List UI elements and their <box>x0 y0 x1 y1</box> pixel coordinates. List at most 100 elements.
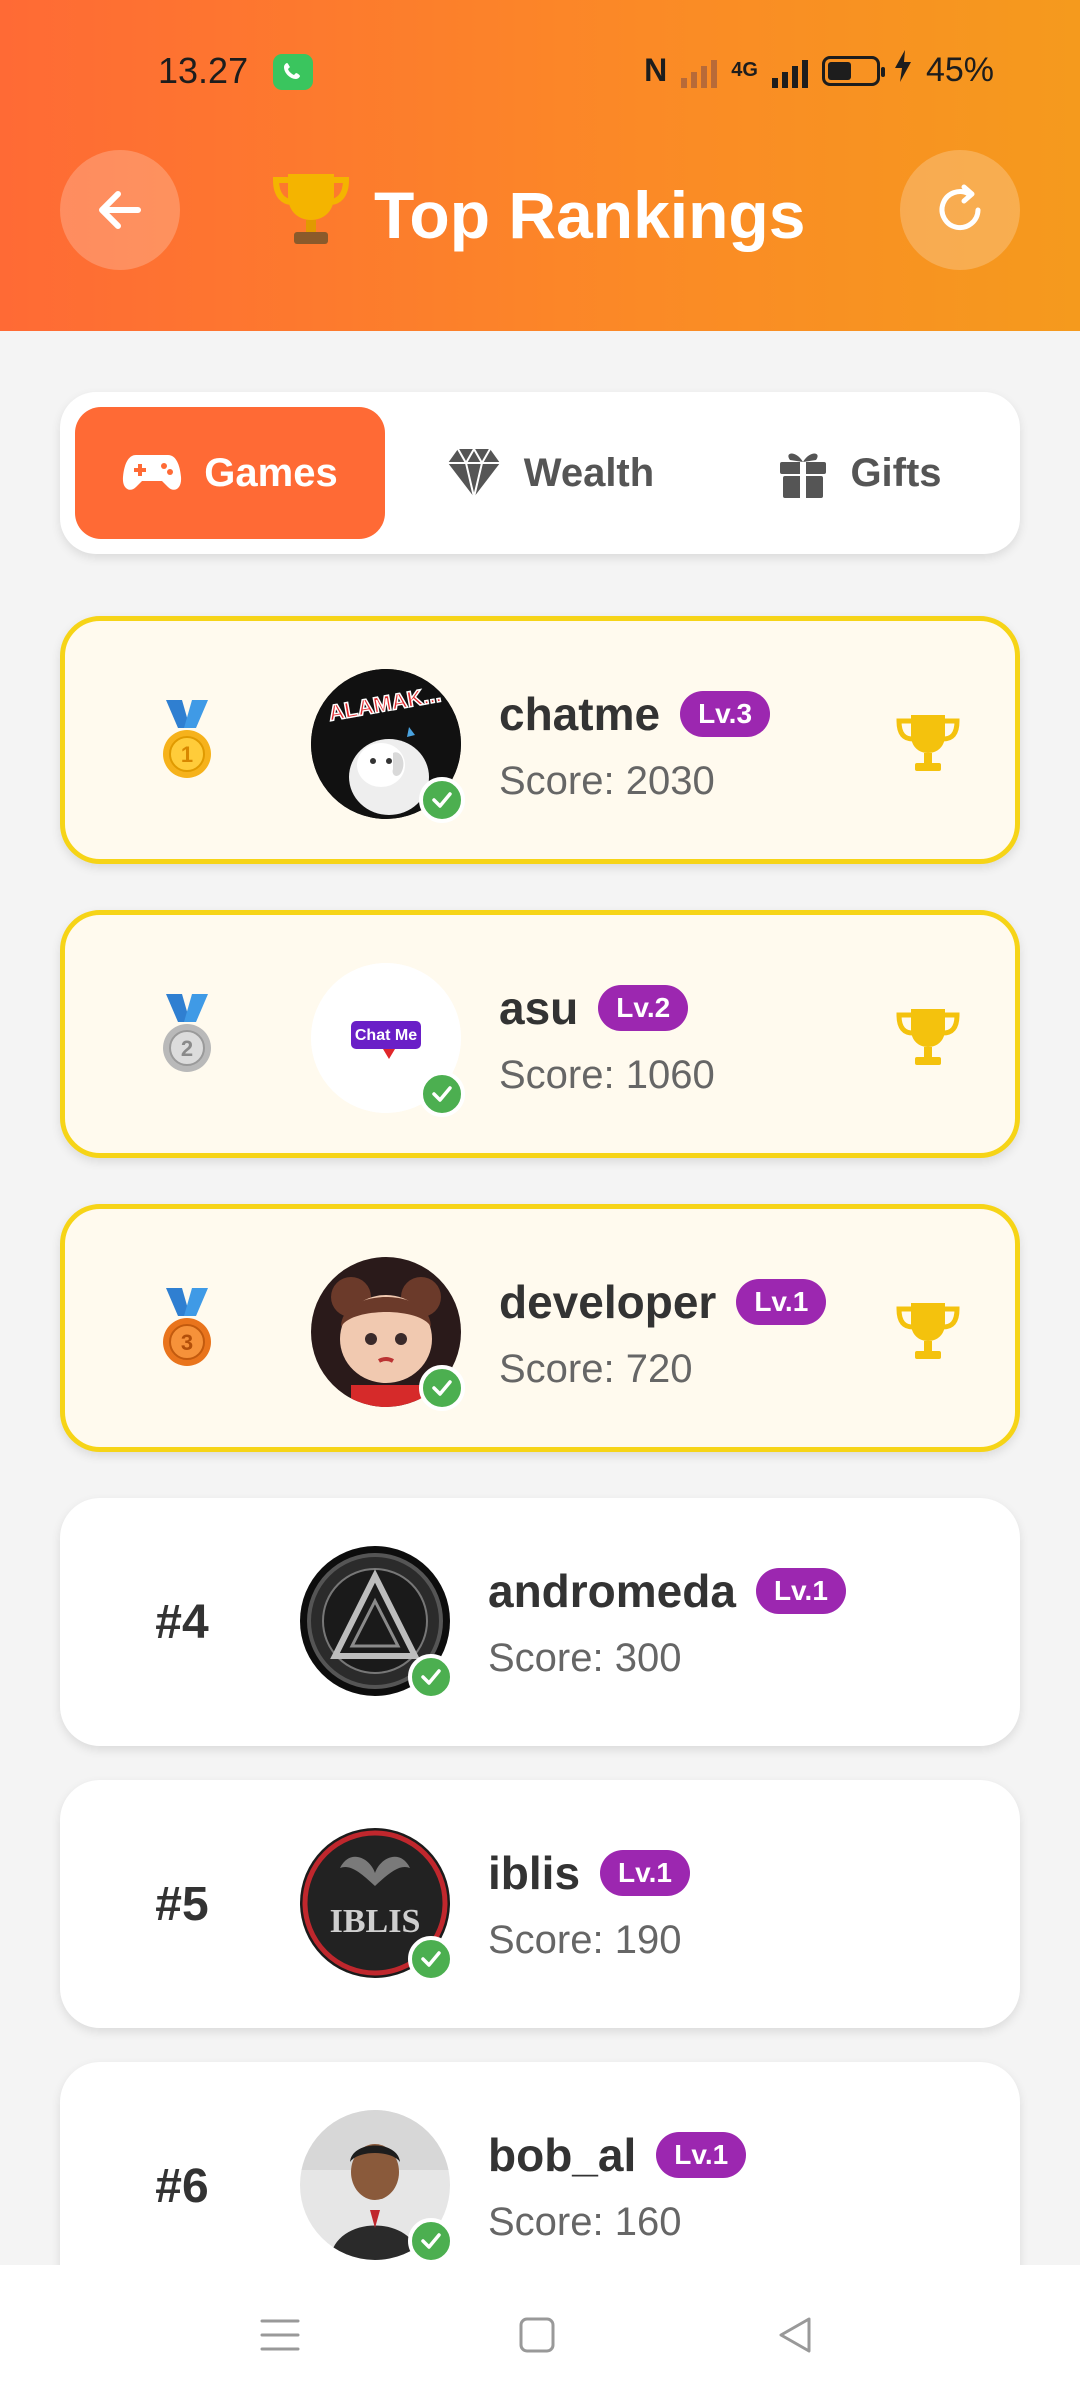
avatar-logo-text: Chat Me <box>355 1027 417 1044</box>
home-button[interactable] <box>507 2305 567 2365</box>
level-badge: Lv.1 <box>736 1279 827 1325</box>
header: 13.27 N 4G 45% Top Rankings <box>0 0 1080 331</box>
check-icon <box>421 1669 441 1685</box>
rank-medal: 1 <box>125 621 249 859</box>
score-text: Score: 2030 <box>499 759 715 803</box>
ranking-card-4[interactable]: #4 andromeda Lv.1 Score: 300 <box>60 1498 1020 1746</box>
charging-icon <box>894 50 912 91</box>
check-icon <box>432 1086 452 1102</box>
check-icon <box>432 792 452 808</box>
verified-badge <box>408 1936 454 1982</box>
user-info: chatme Lv.3 Score: 2030 <box>499 687 771 804</box>
battery-icon <box>821 55 885 86</box>
status-time: 13.27 <box>158 50 249 91</box>
score-text: Score: 720 <box>499 1347 693 1391</box>
verified-badge <box>408 1654 454 1700</box>
menu-button[interactable] <box>250 2305 310 2365</box>
user-info: iblis Lv.1 Score: 190 <box>488 1846 690 1963</box>
call-icon <box>273 54 313 90</box>
avatar-logo-text: IBLIS <box>330 1903 421 1940</box>
rank-number: #5 <box>155 1877 209 1931</box>
check-icon <box>421 1951 441 1967</box>
trophy-icon <box>895 711 961 782</box>
medal-number: 3 <box>181 1330 193 1355</box>
verified-badge <box>419 1365 465 1411</box>
verified-badge <box>408 2218 454 2264</box>
page-title: Top Rankings <box>268 165 805 265</box>
back-arrow-icon <box>99 191 141 229</box>
tab-wealth[interactable]: Wealth <box>395 407 705 539</box>
score-text: Score: 300 <box>488 1636 682 1680</box>
medal-number: 2 <box>181 1036 193 1061</box>
username: andromeda <box>488 1565 736 1617</box>
rank-number: #4 <box>155 1595 209 1649</box>
avatar: Chat Me <box>311 963 465 1117</box>
user-info: developer Lv.1 Score: 720 <box>499 1275 827 1392</box>
avatar: ALAMAK... <box>311 669 465 823</box>
check-icon <box>421 2233 441 2249</box>
signal-icon <box>681 54 718 88</box>
network-type: 4G <box>731 59 758 81</box>
verified-badge <box>419 1071 465 1117</box>
avatar <box>300 1546 454 1700</box>
score-text: Score: 190 <box>488 1918 682 1962</box>
system-nav-bar <box>0 2265 1080 2400</box>
back-nav-icon <box>779 2317 811 2353</box>
username: chatme <box>499 688 661 740</box>
level-badge: Lv.3 <box>680 691 771 737</box>
silver-medal-icon: 2 <box>163 994 211 1072</box>
gold-medal-icon: 1 <box>163 700 211 778</box>
trophy-icon <box>895 1005 961 1076</box>
medal-number: 1 <box>181 742 193 767</box>
back-nav-button[interactable] <box>765 2305 825 2365</box>
battery-level: 45% <box>925 51 994 89</box>
username: iblis <box>488 1847 581 1899</box>
status-bar: 13.27 N 4G 45% <box>0 0 1080 130</box>
verified-badge <box>419 777 465 823</box>
tab-label: Games <box>204 450 338 495</box>
ranking-card-1[interactable]: 1 ALAMAK... chatme Lv.3 Score: 2030 <box>60 616 1020 864</box>
username: asu <box>499 982 579 1034</box>
username: developer <box>499 1276 717 1328</box>
back-button[interactable] <box>60 150 180 270</box>
tab-games[interactable]: Games <box>75 407 385 539</box>
ranking-card-5[interactable]: #5 IBLIS iblis Lv.1 Score: 190 <box>60 1780 1020 2028</box>
score-text: Score: 160 <box>488 2200 682 2244</box>
user-info: andromeda Lv.1 Score: 300 <box>488 1564 846 1681</box>
user-info: asu Lv.2 Score: 1060 <box>499 981 715 1098</box>
trophy-icon <box>268 168 354 263</box>
avatar: IBLIS <box>300 1828 454 1982</box>
tab-label: Gifts <box>850 450 942 495</box>
title-text: Top Rankings <box>374 178 806 252</box>
battery-fill <box>827 61 852 80</box>
diamond-icon <box>447 447 500 498</box>
level-badge: Lv.1 <box>656 2132 747 2178</box>
level-badge: Lv.1 <box>755 1568 846 1614</box>
level-badge: Lv.1 <box>600 1850 690 1896</box>
user-info: bob_al Lv.1 Score: 160 <box>488 2128 747 2245</box>
refresh-icon <box>939 184 981 231</box>
refresh-button[interactable] <box>900 150 1020 270</box>
trophy-icon <box>895 1299 961 1370</box>
gift-icon <box>780 453 827 498</box>
menu-icon <box>260 2319 300 2351</box>
rank-medal: 3 <box>125 1209 249 1447</box>
status-icons: N 4G 45% <box>644 50 994 91</box>
level-badge: Lv.2 <box>598 985 689 1031</box>
category-tabs: Games Wealth Gifts <box>60 392 1020 554</box>
nfc-icon: N <box>644 52 668 88</box>
username: bob_al <box>488 2129 637 2181</box>
gamepad-icon <box>123 455 182 490</box>
ranking-card-2[interactable]: 2 Chat Me asu Lv.2 Score: 1060 <box>60 910 1020 1158</box>
signal-icon-2 <box>771 54 808 88</box>
home-icon <box>519 2317 555 2353</box>
tab-gifts[interactable]: Gifts <box>710 407 1010 539</box>
bronze-medal-icon: 3 <box>163 1288 211 1366</box>
avatar <box>300 2110 454 2264</box>
check-icon <box>432 1380 452 1396</box>
score-text: Score: 1060 <box>499 1053 715 1097</box>
rank-medal: 2 <box>125 915 249 1153</box>
ranking-card-3[interactable]: 3 developer Lv.1 Score: 720 <box>60 1204 1020 1452</box>
avatar <box>311 1257 465 1411</box>
tab-label: Wealth <box>523 450 655 495</box>
